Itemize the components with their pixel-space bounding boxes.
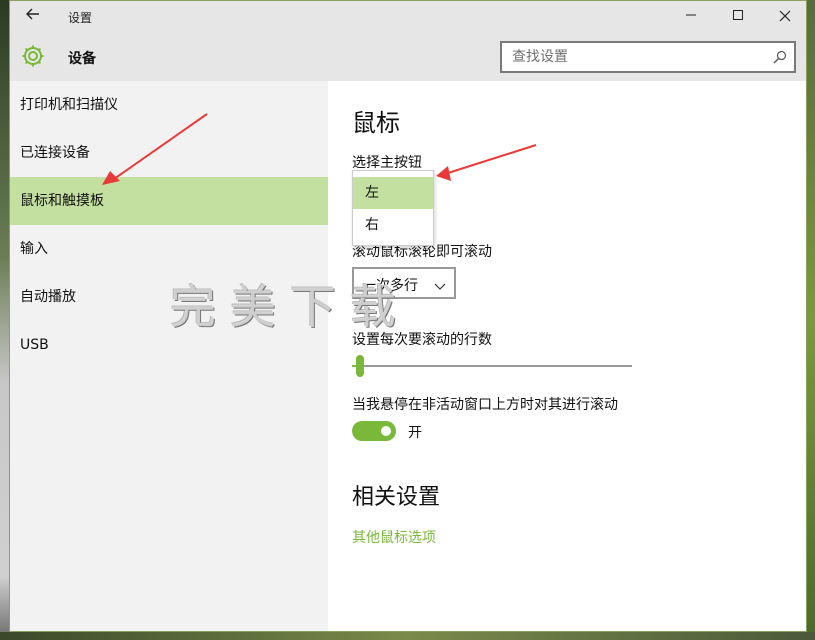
window-title: 设置 [68,11,93,25]
watermark: 完美下载 [170,280,410,334]
sidebar-item-printers[interactable]: 打印机和扫描仪 [10,81,328,129]
dropdown-option-right[interactable]: 右 [353,209,433,241]
lines-slider-thumb[interactable] [356,355,365,377]
settings-window: 设置 设备 查找设置 打印机和扫描仪 已连接设备 鼠标和触摸板 输入 自动播放 … [9,0,807,632]
minimize-icon[interactable] [668,1,714,33]
toggle-knob [381,426,391,436]
related-settings-title: 相关设置 [352,485,441,510]
chevron-down-icon [434,277,446,290]
inactive-scroll-label: 当我悬停在非活动窗口上方时对其进行滚动 [352,397,618,413]
additional-mouse-options-link[interactable]: 其他鼠标选项 [352,527,436,547]
gear-icon [20,43,46,69]
maximize-icon[interactable] [715,1,761,33]
sidebar-item-mouse-touchpad[interactable]: 鼠标和触摸板 [10,177,328,225]
close-icon[interactable] [762,1,806,33]
search-input[interactable] [502,43,752,71]
main-content: 鼠标 选择主按钮 滚动鼠标滚轮即可滚动 一次多行 左 右 设置每次要滚动的行数 … [328,81,806,631]
section-title-mouse: 鼠标 [352,109,400,137]
desktop-background-right [807,0,815,640]
sidebar-item-typing[interactable]: 输入 [10,225,328,273]
desktop-background-left [0,0,9,640]
search-icon[interactable] [772,49,788,65]
primary-button-label: 选择主按钮 [352,155,422,171]
page-title: 设备 [68,51,96,67]
sidebar-item-connected-devices[interactable]: 已连接设备 [10,129,328,177]
desktop-background-bottom [0,632,815,640]
inactive-scroll-toggle[interactable] [352,421,396,441]
toggle-state-label: 开 [408,425,422,441]
lines-slider-track[interactable] [352,365,632,367]
search-box[interactable] [500,41,796,73]
page-header: 设备 [10,33,806,81]
title-bar: 设置 [10,1,806,33]
sidebar: 打印机和扫描仪 已连接设备 鼠标和触摸板 输入 自动播放 USB [10,81,328,631]
dropdown-option-left[interactable]: 左 [353,177,433,209]
back-arrow-icon[interactable] [18,5,48,29]
primary-button-dropdown-list[interactable]: 左 右 [352,170,434,246]
